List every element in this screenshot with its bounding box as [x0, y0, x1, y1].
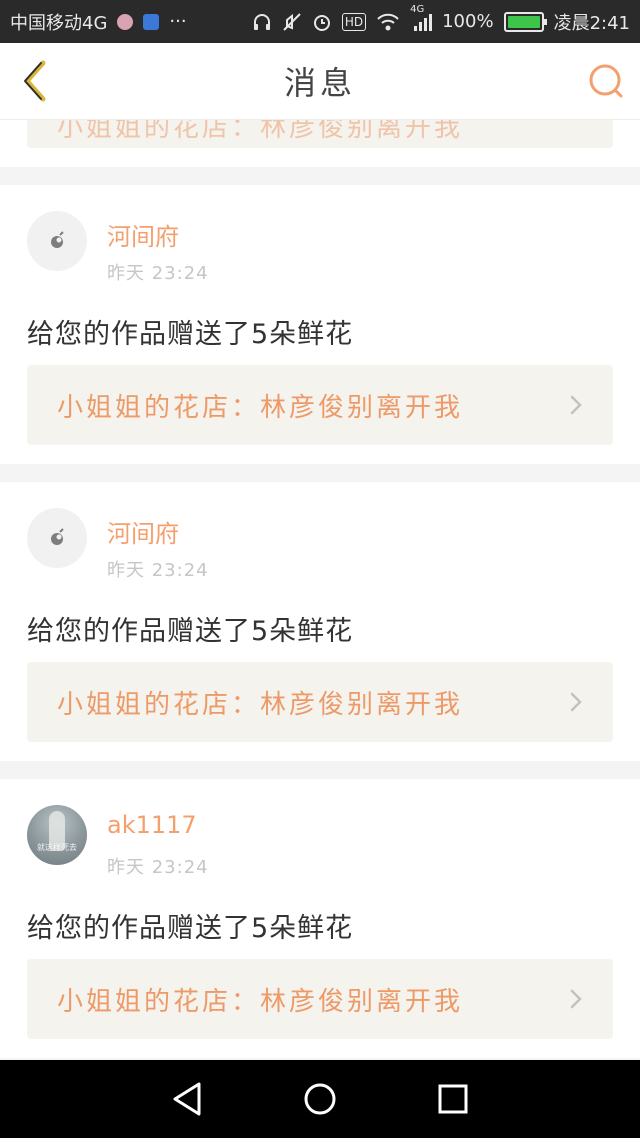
app-notification-icon [117, 13, 134, 30]
battery-level [507, 15, 540, 28]
timestamp: 昨天 23:24 [107, 263, 209, 284]
page-title: 消息 [283, 64, 356, 102]
default-avatar-icon [51, 231, 64, 248]
nav-back-button[interactable] [165, 1077, 209, 1121]
square-recents-icon [438, 1084, 468, 1114]
work-link-label: 小姐姐的花店：林彦俊别离开我 [57, 689, 464, 720]
battery-percent: 100% [442, 11, 494, 32]
avatar-caption: 就这样死去 [37, 843, 77, 852]
alarm-icon [312, 12, 332, 32]
timestamp: 昨天 23:24 [107, 560, 209, 581]
vibrate-off-icon [282, 12, 302, 32]
message-card: 河间府 昨天 23:24 给您的作品赠送了5朵鲜花 小姐姐的花店：林彦俊别离开我 [0, 185, 640, 464]
circle-home-icon [304, 1083, 336, 1115]
shield-icon [143, 13, 160, 30]
clock: 凌晨2:41 [553, 12, 630, 34]
message-card: 河间府 昨天 23:24 给您的作品赠送了5朵鲜花 小姐姐的花店：林彦俊别离开我 [0, 482, 640, 761]
headphones-icon [252, 12, 272, 32]
work-link[interactable]: 小姐姐的花店：林彦俊别离开我 [27, 662, 613, 742]
chevron-right-icon [570, 395, 582, 415]
message-card-partial: 小姐姐的花店：林彦俊别离开我 [0, 120, 640, 167]
work-link[interactable]: 小姐姐的花店：林彦俊别离开我 [27, 365, 613, 445]
chevron-right-icon [570, 989, 582, 1009]
work-link[interactable]: 小姐姐的花店：林彦俊别离开我 [27, 120, 613, 148]
back-button[interactable] [14, 59, 54, 103]
app-header: 消息 [0, 43, 640, 120]
chevron-right-icon [570, 692, 582, 712]
nav-home-button[interactable] [298, 1077, 342, 1121]
hd-icon: HD [341, 12, 367, 31]
message-text: 给您的作品赠送了5朵鲜花 [27, 913, 354, 944]
message-card: 就这样死去 ak1117 昨天 23:24 给您的作品赠送了5朵鲜花 小姐姐的花… [0, 779, 640, 1058]
search-icon[interactable] [586, 61, 626, 101]
avatar[interactable] [27, 211, 87, 271]
work-link[interactable]: 小姐姐的花店：林彦俊别离开我 [27, 959, 613, 1039]
nav-recents-button[interactable] [431, 1077, 475, 1121]
more-notifications-icon: ··· [169, 11, 187, 32]
username[interactable]: 河间府 [107, 514, 179, 549]
chevron-left-icon [24, 60, 46, 102]
status-bar: 中国移动4G ··· HD 4G 100% 凌晨2:41 [0, 0, 640, 43]
work-link-label: 小姐姐的花店：林彦俊别离开我 [57, 392, 464, 423]
work-link-label: 小姐姐的花店：林彦俊别离开我 [57, 120, 464, 143]
username[interactable]: ak1117 [107, 811, 197, 839]
avatar[interactable] [27, 508, 87, 568]
default-avatar-icon [51, 528, 64, 545]
message-text: 给您的作品赠送了5朵鲜花 [27, 319, 354, 350]
system-nav-bar [0, 1060, 640, 1138]
message-list[interactable]: 小姐姐的花店：林彦俊别离开我 河间府 昨天 23:24 给您的作品赠送了5朵鲜花… [0, 120, 640, 1060]
message-text: 给您的作品赠送了5朵鲜花 [27, 616, 354, 647]
network-type-label: 4G [410, 3, 425, 15]
battery-icon [503, 11, 547, 32]
cellular-signal-icon: 4G [410, 4, 433, 32]
work-link-label: 小姐姐的花店：林彦俊别离开我 [57, 986, 464, 1017]
triangle-back-icon [173, 1082, 201, 1116]
avatar[interactable]: 就这样死去 [27, 805, 87, 865]
wifi-icon [376, 12, 400, 32]
timestamp: 昨天 23:24 [107, 857, 209, 878]
username[interactable]: 河间府 [107, 217, 179, 252]
carrier-label: 中国移动4G [10, 12, 108, 34]
